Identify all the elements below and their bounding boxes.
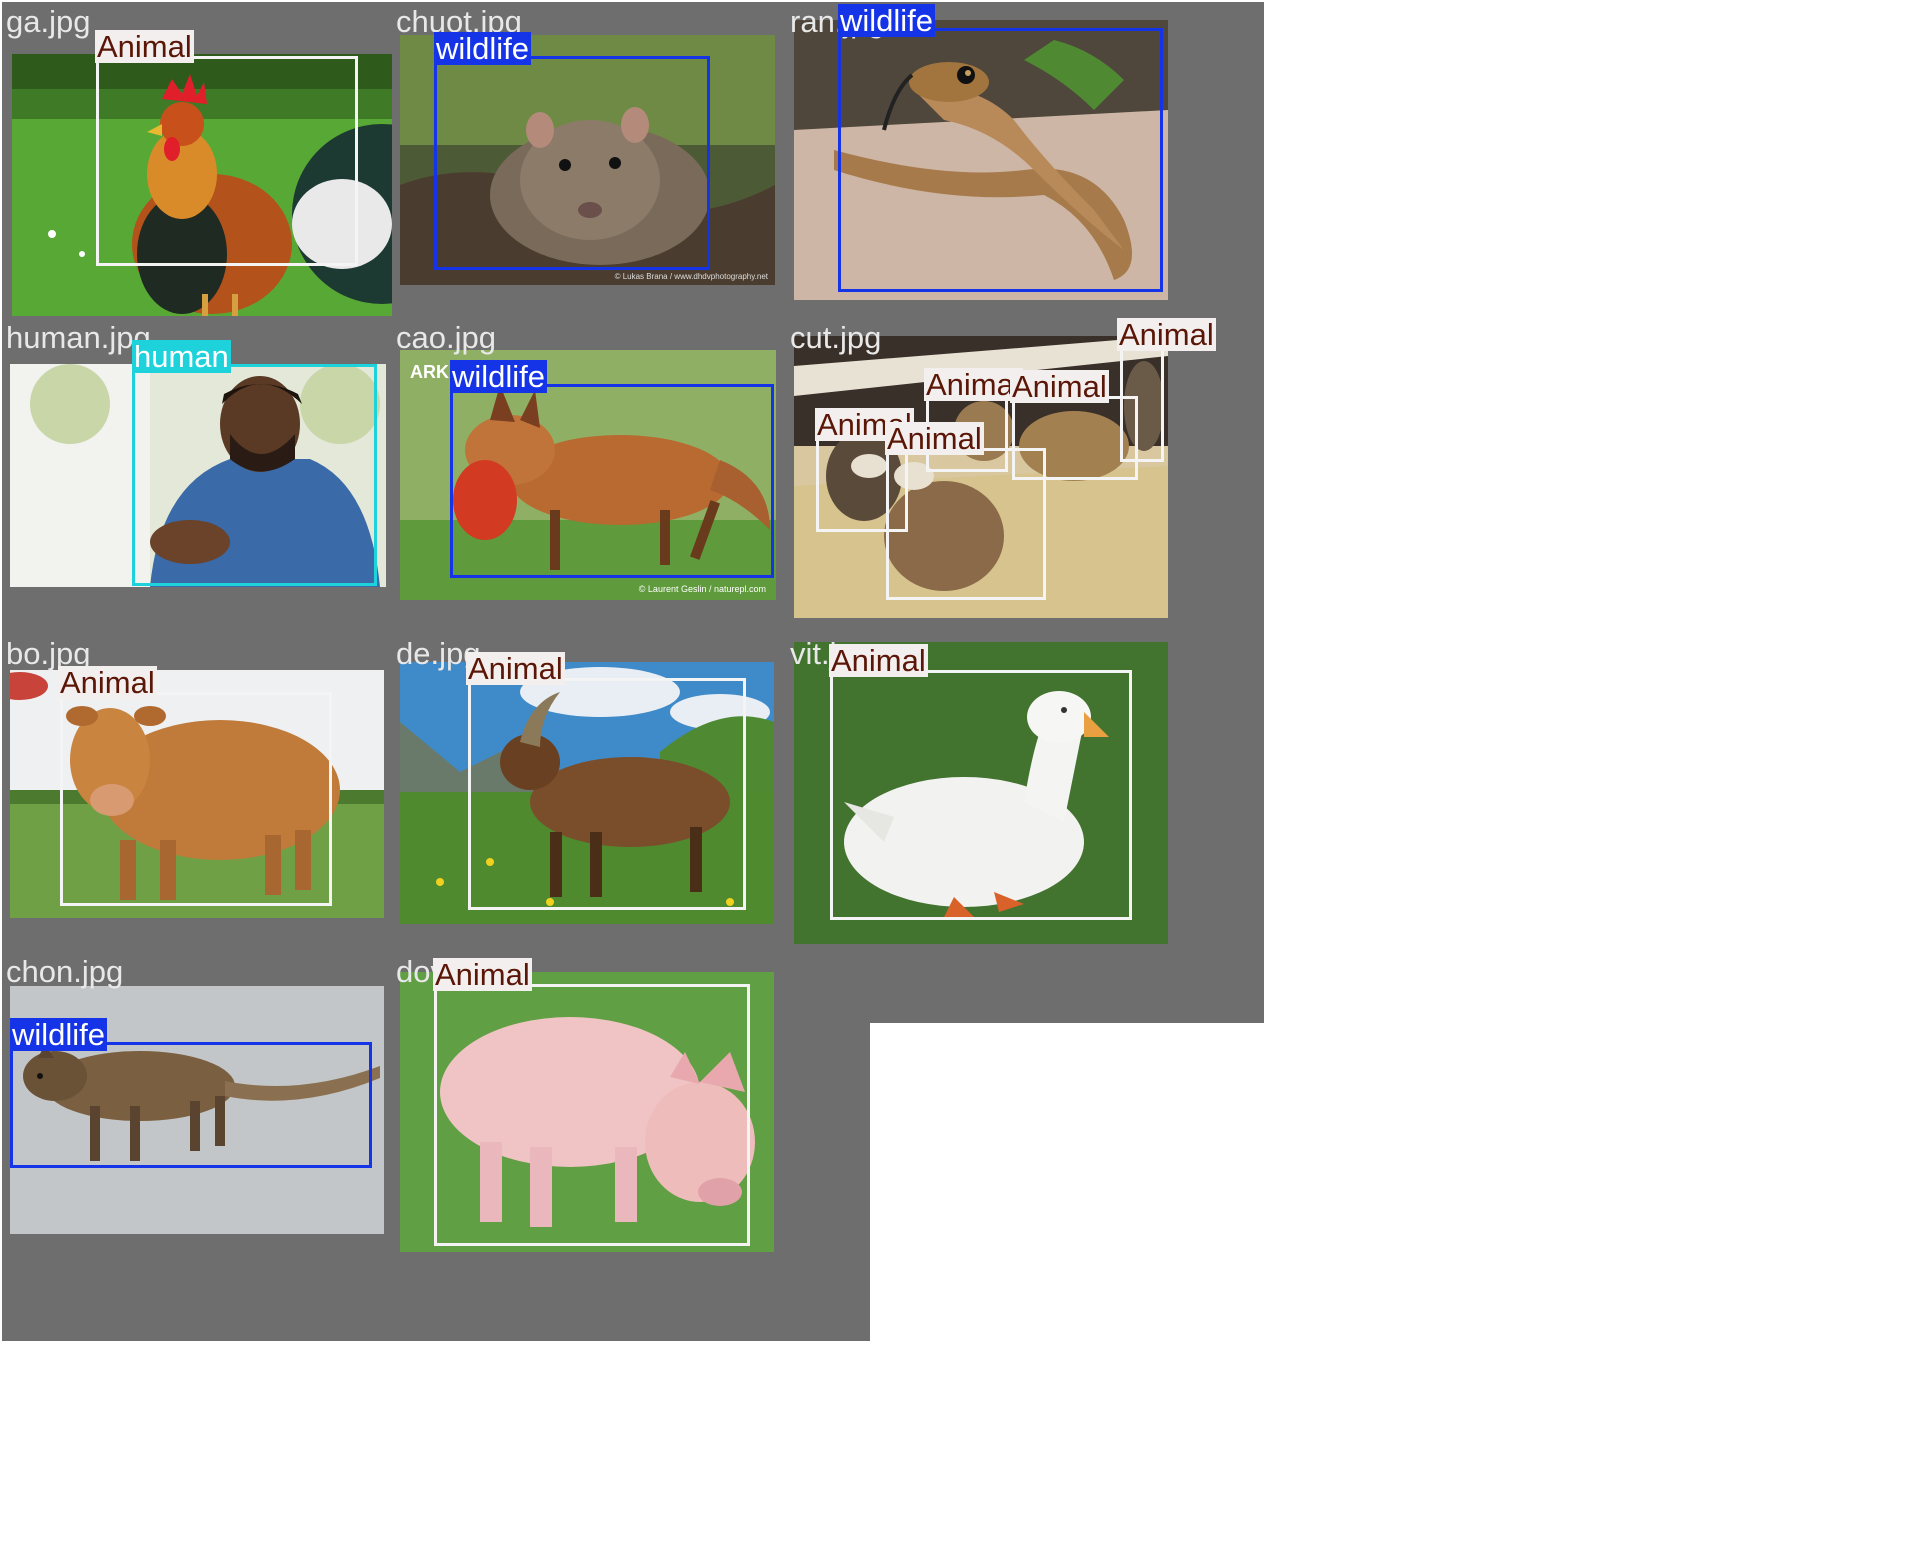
class-tag: wildlife xyxy=(434,31,532,66)
bounding-box xyxy=(886,448,1046,600)
class-tag: Animal xyxy=(466,651,565,686)
bounding-box xyxy=(830,670,1132,920)
filename-label: cut.jpg xyxy=(790,320,882,355)
image-cell-dov[interactable]: dov.jpg Animal xyxy=(392,952,870,1341)
bounding-box xyxy=(1120,344,1164,462)
photo-credit: © Lukas Brana / www.dhdvphotography.net xyxy=(615,272,769,281)
class-tag: Animal xyxy=(924,367,1023,402)
class-tag: wildlife xyxy=(10,1017,108,1052)
bounding-box xyxy=(132,364,377,586)
class-tag: Animal xyxy=(58,665,157,700)
bounding-box xyxy=(450,384,774,578)
photo-logo: ARK xyxy=(410,362,449,382)
class-tag: Animal xyxy=(829,643,928,678)
bounding-box xyxy=(96,56,358,266)
class-tag: Animal xyxy=(1117,317,1216,352)
photo-credit: © Laurent Geslin / naturepl.com xyxy=(639,584,766,594)
class-tag: human xyxy=(132,339,231,374)
class-tag: Animal xyxy=(885,421,984,456)
class-tag: wildlife xyxy=(838,3,936,38)
filename-label: human.jpg xyxy=(6,320,151,355)
bounding-box xyxy=(10,1042,372,1168)
filename-label: ga.jpg xyxy=(6,4,91,39)
bounding-box xyxy=(468,678,746,910)
filename-label: chon.jpg xyxy=(6,954,124,989)
bounding-box xyxy=(60,692,332,906)
class-tag: Animal xyxy=(95,29,194,64)
class-tag: Animal xyxy=(433,957,532,992)
class-tag: wildlife xyxy=(450,359,548,394)
bounding-box xyxy=(838,28,1163,292)
bounding-box xyxy=(434,56,710,270)
class-tag: Animal xyxy=(1010,369,1109,404)
filename-label: cao.jpg xyxy=(396,320,496,355)
bounding-box xyxy=(434,984,750,1246)
